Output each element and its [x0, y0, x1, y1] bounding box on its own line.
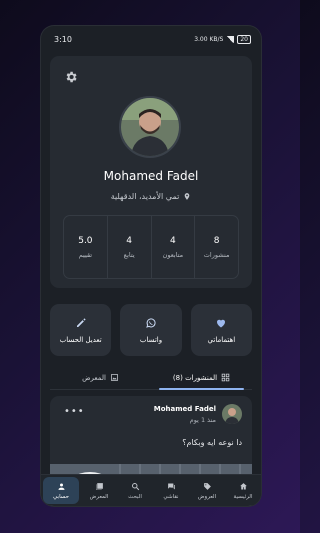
stat-value: 4: [170, 235, 176, 246]
profile-actions: اهتماماتي واتساب تعديل الحساب: [50, 304, 252, 356]
stat-following[interactable]: 4 يتابع: [106, 216, 151, 278]
edit-account-button[interactable]: تعديل الحساب: [50, 304, 112, 356]
avatar-photo: [121, 98, 179, 156]
content-tabs: المنشورات (8) المعرض: [50, 366, 252, 390]
stat-value: 8: [213, 235, 220, 246]
battery-icon: 20: [237, 34, 251, 44]
nav-offers-label: العروض: [197, 493, 217, 500]
avatar[interactable]: [119, 96, 181, 158]
pencil-icon: [76, 318, 86, 327]
nav-home[interactable]: الرئيسية: [225, 475, 261, 506]
grid-icon: [221, 373, 230, 382]
whatsapp-label: واتساب: [139, 335, 163, 344]
post-avatar[interactable]: [222, 404, 242, 424]
person-icon: [58, 483, 64, 490]
chat-icon: [167, 483, 175, 489]
gear-icon[interactable]: [64, 70, 78, 84]
nav-gallery[interactable]: المعرض: [81, 475, 117, 506]
more-options-icon[interactable]: •••: [64, 406, 85, 417]
gallery-icon: [111, 374, 118, 381]
stat-label: يتابع: [123, 250, 135, 259]
stat-followers[interactable]: 4 متابعون: [150, 216, 195, 278]
tab-gallery[interactable]: المعرض: [50, 366, 151, 389]
edit-account-label: تعديل الحساب: [59, 335, 102, 344]
stat-rating[interactable]: 5.0 تقييم: [64, 216, 107, 278]
heart-icon: [217, 319, 226, 327]
stat-label: منشورات: [203, 250, 230, 259]
nav-search-label: البحث: [128, 493, 142, 500]
tab-posts[interactable]: المنشورات (8): [151, 366, 252, 390]
tab-gallery-label: المعرض: [82, 373, 106, 382]
nav-offers[interactable]: العروض: [189, 475, 225, 506]
status-icons: 3.00 KB/S 20: [194, 34, 251, 44]
network-speed: 3.00 KB/S: [194, 35, 224, 43]
phone-screen: 3:10 3.00 KB/S 20 Mohamed Fadel تمي الأم…: [41, 26, 261, 506]
stat-label: متابعون: [162, 250, 184, 259]
location-text: تمي الأمديد، الدقهلية: [110, 192, 180, 201]
nav-search[interactable]: البحث: [117, 475, 153, 506]
interests-button[interactable]: اهتماماتي: [190, 304, 252, 356]
nav-discussions[interactable]: نقاشي: [153, 475, 189, 506]
post-text: دا نوعه ايه وبكام؟: [182, 438, 242, 447]
tag-icon: [203, 482, 211, 490]
nav-account-label: حسابي: [52, 493, 70, 500]
signal-icon: [226, 35, 235, 43]
nav-gallery-label: المعرض: [89, 493, 109, 500]
stat-label: تقييم: [78, 250, 93, 259]
location-pin-icon: [184, 193, 190, 200]
nav-account[interactable]: حسابي: [43, 477, 79, 504]
stat-value: 4: [126, 235, 132, 246]
nav-discussions-label: نقاشي: [163, 493, 179, 500]
nav-home-label: الرئيسية: [233, 493, 253, 500]
whatsapp-button[interactable]: واتساب: [120, 304, 182, 356]
post-time: منذ 1 يوم: [189, 415, 216, 424]
post-avatar-photo: [222, 404, 242, 424]
status-bar: 3:10 3.00 KB/S 20: [41, 26, 261, 52]
profile-name: Mohamed Fadel: [103, 169, 199, 183]
post-author[interactable]: Mohamed Fadel: [154, 405, 216, 413]
whatsapp-icon: [146, 317, 156, 328]
profile-location: تمي الأمديد، الدقهلية: [50, 192, 252, 201]
interests-label: اهتماماتي: [207, 335, 236, 344]
gallery-icon: [95, 482, 103, 490]
status-time: 3:10: [54, 34, 72, 44]
post-header: Mohamed Fadel منذ 1 يوم: [154, 404, 242, 424]
tab-posts-label: المنشورات (8): [172, 373, 218, 382]
bottom-nav: الرئيسية العروض نقاشي البحث المعرض حسابي: [41, 474, 261, 506]
post-meta: Mohamed Fadel منذ 1 يوم: [154, 405, 216, 424]
profile-stats: 8 منشورات 4 متابعون 4 يتابع 5.0 تقييم: [63, 215, 239, 279]
stat-posts[interactable]: 8 منشورات: [194, 216, 238, 278]
search-icon: [131, 482, 139, 490]
profile-card: Mohamed Fadel تمي الأمديد، الدقهلية 8 من…: [50, 56, 252, 288]
stat-value: 5.0: [78, 235, 93, 246]
home-icon: [239, 482, 247, 489]
